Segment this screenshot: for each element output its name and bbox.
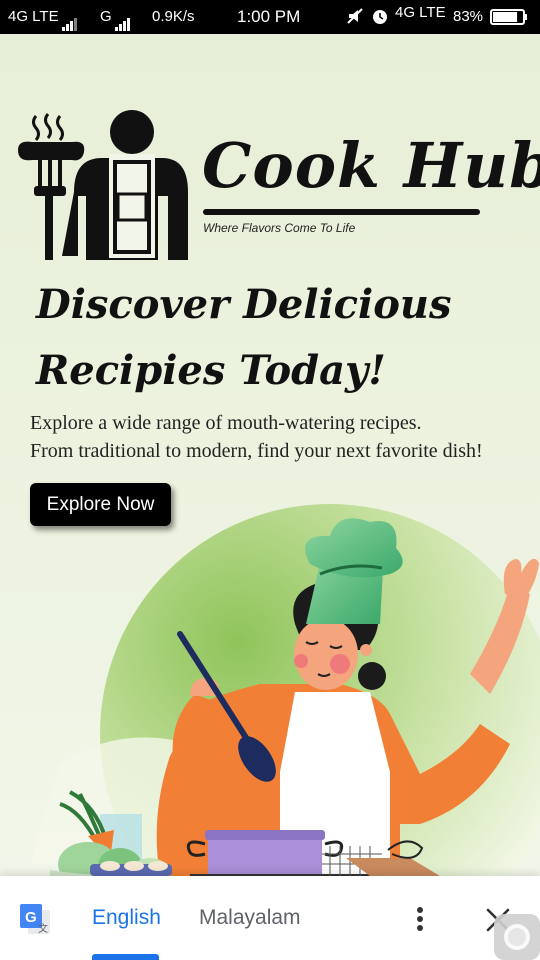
clock: 1:00 PM — [237, 7, 301, 26]
app-view: Cook Hub Where Flavors Come To Life Disc… — [0, 34, 540, 876]
svg-text:G: G — [25, 909, 37, 926]
hero-subtext: Explore a wide range of mouth-watering r… — [30, 409, 530, 465]
google-translate-icon[interactable]: G 文 — [18, 902, 52, 936]
svg-text:文: 文 — [38, 922, 48, 935]
subtext-line-2: From traditional to modern, find your ne… — [30, 440, 483, 462]
subtext-line-1: Explore a wide range of mouth-watering r… — [30, 412, 422, 434]
selected-tab-indicator — [92, 954, 159, 960]
translate-bar: G 文 English Malayalam — [0, 876, 540, 960]
logo-divider — [203, 209, 480, 215]
network-label-left: 4G LTE — [8, 8, 59, 25]
network-label-mid: G — [100, 8, 112, 25]
headline-line-2: Recipies Today! — [36, 347, 386, 394]
mute-icon — [346, 7, 364, 29]
battery-percent: 83% — [453, 8, 484, 25]
language-tab-english[interactable]: English — [92, 906, 161, 930]
assistive-touch-icon[interactable] — [494, 914, 540, 960]
battery-icon — [490, 9, 528, 29]
logo-wordmark: Cook Hub — [202, 129, 540, 202]
language-tab-malayalam[interactable]: Malayalam — [199, 906, 301, 930]
more-options-icon[interactable] — [410, 904, 430, 934]
alarm-icon — [371, 7, 389, 29]
logo-tagline: Where Flavors Come To Life — [203, 221, 356, 235]
headline-line-1: Discover Delicious — [36, 281, 452, 328]
chef-logo-icon — [18, 110, 188, 260]
chef-cooking-illustration — [30, 504, 540, 876]
network-speed: 0.9K/s — [152, 8, 195, 25]
status-bar: 4G LTE G 0.9K/s 1:00 PM 4G LTE 83% — [0, 0, 540, 34]
hero-headline: Discover Delicious Recipies Today! — [36, 272, 516, 404]
network-label-right: 4G LTE — [395, 4, 446, 21]
